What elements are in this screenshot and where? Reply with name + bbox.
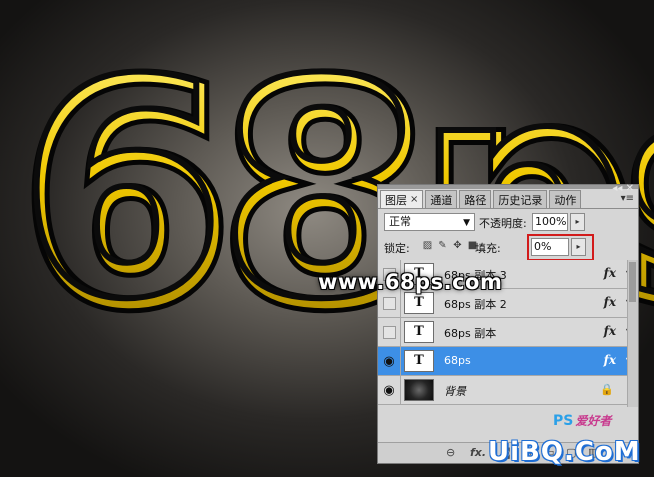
- scrollbar-thumb[interactable]: [629, 262, 636, 302]
- tab-label: 通道: [430, 193, 453, 207]
- tab-label: 图层: [385, 193, 407, 207]
- eye-icon: ◉: [383, 382, 395, 398]
- layer-name: 68ps: [444, 354, 471, 367]
- ps-badge-cn: 爱好者: [575, 414, 612, 428]
- text-layer-thumbnail: T: [404, 292, 434, 314]
- fx-menu-icon[interactable]: fx.: [470, 446, 486, 459]
- layer-name: 背景: [444, 385, 466, 398]
- tab-label: 历史记录: [498, 193, 543, 207]
- text-layer-thumbnail: T: [404, 321, 434, 343]
- layer-name: 68ps 副本: [444, 327, 497, 340]
- lock-position-icon[interactable]: ✥: [452, 240, 463, 252]
- visibility-off-box: [382, 296, 396, 310]
- layer-name: 68ps 副本 2: [444, 298, 507, 311]
- fx-icon[interactable]: fx: [604, 266, 616, 280]
- text-layer-thumbnail: T: [404, 350, 434, 372]
- opacity-label: 不透明度:: [479, 217, 527, 230]
- link-icon[interactable]: ⊖: [446, 446, 455, 459]
- panel-menu-icon[interactable]: ▾≡: [621, 193, 634, 204]
- tab-actions[interactable]: 动作: [549, 190, 582, 208]
- site-watermark: www.68ps.com: [318, 270, 503, 294]
- lock-fill-row: 锁定: ▨ ✎ ✥ ■ 填充: 0% ▸: [382, 234, 634, 261]
- tab-layers[interactable]: 图层 ×: [380, 190, 424, 208]
- panel-title-strip[interactable]: [378, 185, 638, 189]
- blend-row: 正常 ▼ 不透明度: 100% ▸: [382, 213, 634, 233]
- lock-pixels-icon[interactable]: ✎: [437, 240, 448, 252]
- opacity-input[interactable]: 100%: [532, 213, 568, 231]
- tab-paths[interactable]: 路径: [459, 190, 492, 208]
- ps-badge: PS 爱好者: [553, 412, 611, 429]
- lock-icon: 🔒: [600, 383, 614, 396]
- tab-label: 路径: [464, 193, 487, 207]
- fx-icon[interactable]: fx: [604, 324, 616, 338]
- site-logo: UiBQ.CoM: [488, 437, 641, 467]
- layers-scrollbar[interactable]: [627, 260, 638, 407]
- fx-icon[interactable]: fx: [604, 353, 616, 367]
- tab-history[interactable]: 历史记录: [493, 190, 548, 208]
- background-thumbnail: [404, 379, 434, 401]
- lock-transparency-icon[interactable]: ▨: [422, 240, 433, 252]
- blend-mode-value: 正常: [389, 215, 411, 228]
- fill-highlight-box: [527, 234, 594, 261]
- visibility-toggle[interactable]: ◉: [378, 376, 401, 404]
- fill-label: 填充:: [475, 242, 501, 255]
- tabs-divider: [378, 208, 638, 209]
- eye-icon: ◉: [383, 353, 395, 369]
- tab-channels[interactable]: 通道: [425, 190, 458, 208]
- layer-row-copy[interactable]: T 68ps 副本 fx ▼: [378, 318, 638, 347]
- layer-row-background[interactable]: ◉ 背景 🔒: [378, 376, 638, 405]
- close-icon[interactable]: ×: [410, 194, 418, 205]
- visibility-toggle[interactable]: [378, 318, 401, 346]
- chevron-down-icon: ▼: [463, 218, 470, 228]
- opacity-slider-button[interactable]: ▸: [570, 213, 585, 231]
- tab-label: 动作: [554, 193, 577, 207]
- layer-row-68ps[interactable]: ◉ T 68ps fx ▼: [378, 347, 638, 376]
- panel-tabs: 图层 × 通道 路径 历史记录 动作: [380, 190, 583, 209]
- ps-badge-text: PS: [553, 413, 574, 429]
- visibility-toggle[interactable]: ◉: [378, 347, 401, 375]
- visibility-off-box: [382, 325, 396, 339]
- lock-label: 锁定:: [384, 242, 410, 255]
- blend-mode-select[interactable]: 正常 ▼: [384, 213, 475, 231]
- fx-icon[interactable]: fx: [604, 295, 616, 309]
